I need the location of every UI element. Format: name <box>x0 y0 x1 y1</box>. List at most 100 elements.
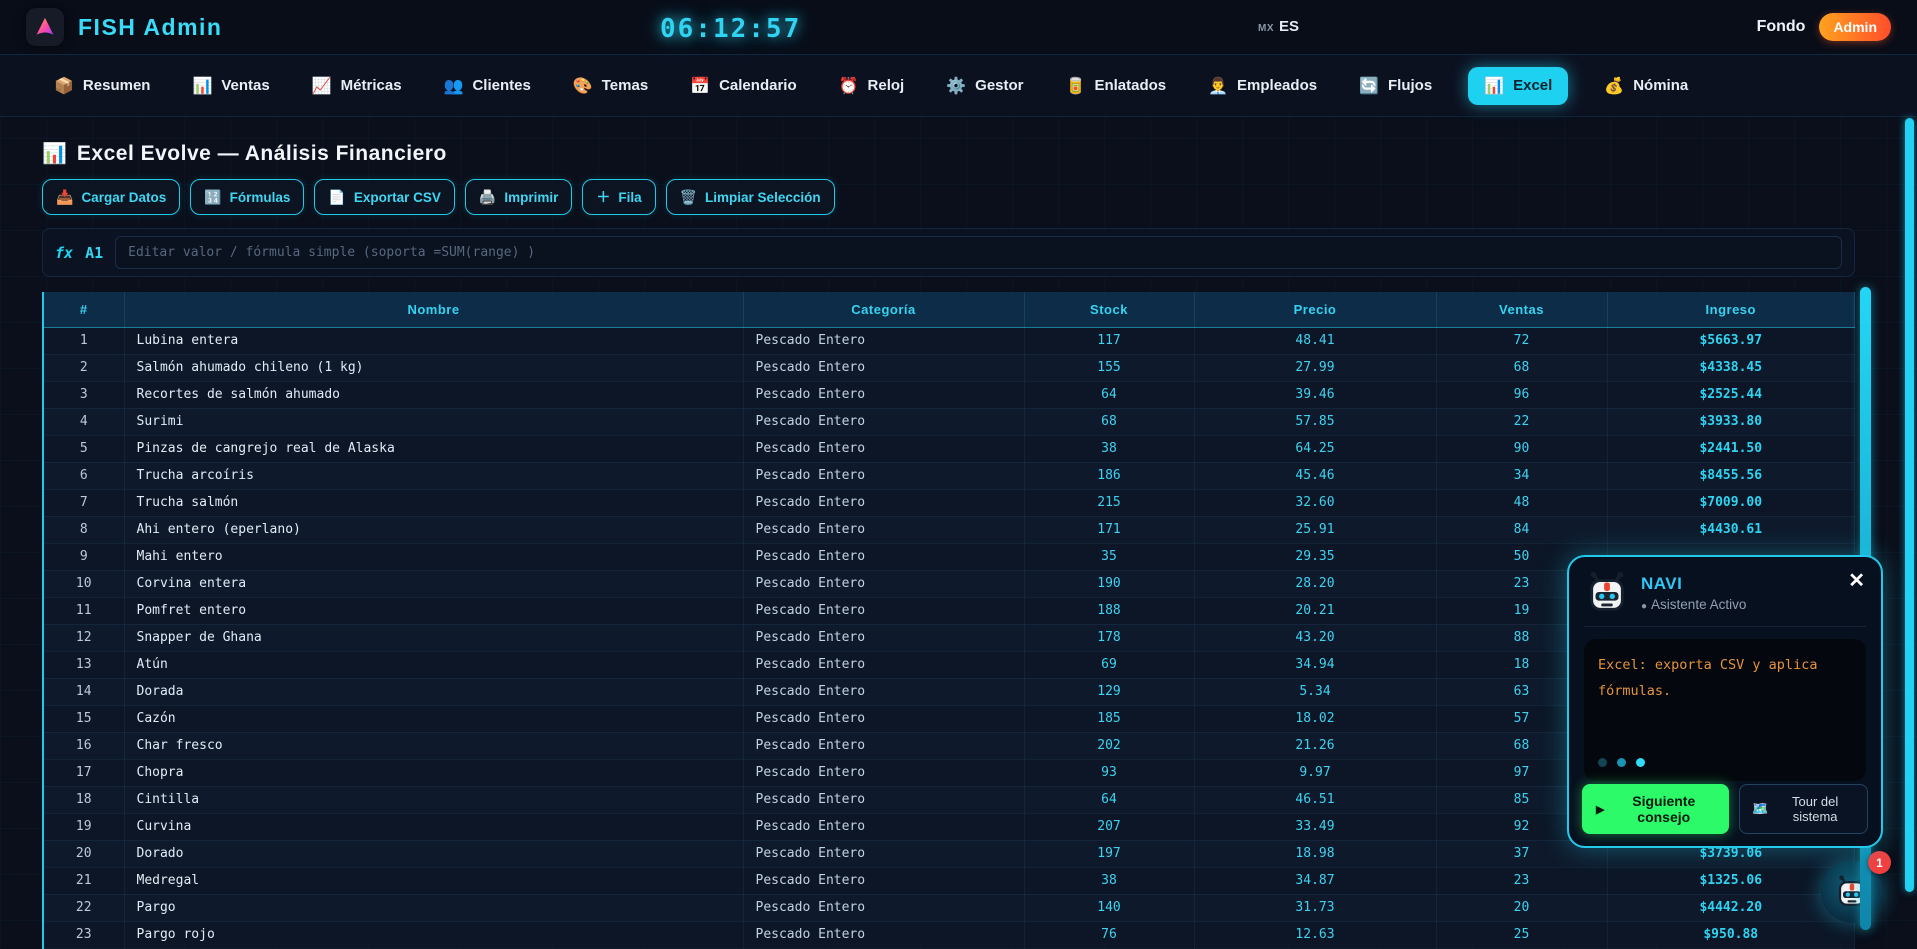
cell[interactable]: Pinzas de cangrejo real de Alaska <box>124 435 743 462</box>
table-row[interactable]: 5Pinzas de cangrejo real de AlaskaPescad… <box>44 435 1855 462</box>
cell[interactable]: 9 <box>44 543 124 570</box>
cell[interactable]: 1 <box>44 327 124 354</box>
cell[interactable]: Pescado Entero <box>743 543 1024 570</box>
cell[interactable]: 22 <box>1436 408 1607 435</box>
tab-metricas[interactable]: 📈Métricas <box>306 67 408 105</box>
cell[interactable]: $1325.06 <box>1607 867 1855 894</box>
cell[interactable]: 64 <box>1024 381 1194 408</box>
cell[interactable]: Pescado Entero <box>743 651 1024 678</box>
cell[interactable]: 16 <box>44 732 124 759</box>
cell[interactable]: 34.94 <box>1194 651 1436 678</box>
cell[interactable]: 68 <box>1436 354 1607 381</box>
tab-excel[interactable]: 📊Excel <box>1468 67 1568 105</box>
cell[interactable]: Char fresco <box>124 732 743 759</box>
cell[interactable]: Pescado Entero <box>743 597 1024 624</box>
cell[interactable]: 35 <box>1024 543 1194 570</box>
cell[interactable]: Pescado Entero <box>743 489 1024 516</box>
cell[interactable]: 46.51 <box>1194 786 1436 813</box>
cell[interactable]: Atún <box>124 651 743 678</box>
cell[interactable]: 20 <box>1436 894 1607 921</box>
background-toggle-button[interactable]: Fondo <box>1757 18 1806 36</box>
cell[interactable]: 197 <box>1024 840 1194 867</box>
cell[interactable]: Pescado Entero <box>743 705 1024 732</box>
active-cell-reference[interactable]: A1 <box>85 244 103 262</box>
cell[interactable]: Ahi entero (eperlano) <box>124 516 743 543</box>
cell[interactable]: Pescado Entero <box>743 840 1024 867</box>
cell[interactable]: 64.25 <box>1194 435 1436 462</box>
cell[interactable]: 6 <box>44 462 124 489</box>
cell[interactable]: 186 <box>1024 462 1194 489</box>
table-row[interactable]: 8Ahi entero (eperlano)Pescado Entero1712… <box>44 516 1855 543</box>
cell[interactable]: 29.35 <box>1194 543 1436 570</box>
cell[interactable]: Corvina entera <box>124 570 743 597</box>
clear-selection-button[interactable]: 🗑️Limpiar Selección <box>666 179 835 215</box>
cell[interactable]: $2441.50 <box>1607 435 1855 462</box>
cell[interactable]: Pescado Entero <box>743 381 1024 408</box>
cell[interactable]: 15 <box>44 705 124 732</box>
table-row[interactable]: 23Pargo rojoPescado Entero7612.6325$950.… <box>44 921 1855 948</box>
cell[interactable]: 155 <box>1024 354 1194 381</box>
cell[interactable]: 34.87 <box>1194 867 1436 894</box>
cell[interactable]: 202 <box>1024 732 1194 759</box>
cell[interactable]: 190 <box>1024 570 1194 597</box>
cell[interactable]: Pescado Entero <box>743 894 1024 921</box>
cell[interactable]: 84 <box>1436 516 1607 543</box>
cell[interactable]: Pescado Entero <box>743 867 1024 894</box>
table-row[interactable]: 22PargoPescado Entero14031.7320$4442.20 <box>44 894 1855 921</box>
system-tour-button[interactable]: 🗺️ Tour del sistema <box>1739 784 1868 834</box>
column-header-stock[interactable]: Stock <box>1024 292 1194 327</box>
cell[interactable]: 23 <box>44 921 124 948</box>
cell[interactable]: 4 <box>44 408 124 435</box>
cell[interactable]: Pescado Entero <box>743 813 1024 840</box>
cell[interactable]: Pescado Entero <box>743 759 1024 786</box>
cell[interactable]: Salmón ahumado chileno (1 kg) <box>124 354 743 381</box>
cell[interactable]: 38 <box>1024 435 1194 462</box>
cell[interactable]: Pescado Entero <box>743 570 1024 597</box>
export-csv-button[interactable]: 📄Exportar CSV <box>314 179 454 215</box>
cell[interactable]: Pescado Entero <box>743 327 1024 354</box>
cell[interactable]: 22 <box>44 894 124 921</box>
column-header-categoria[interactable]: Categoría <box>743 292 1024 327</box>
cell[interactable]: 2 <box>44 354 124 381</box>
cell[interactable]: 96 <box>1436 381 1607 408</box>
cell[interactable]: 7 <box>44 489 124 516</box>
cell[interactable]: 28.20 <box>1194 570 1436 597</box>
cell[interactable]: 72 <box>1436 327 1607 354</box>
cell[interactable]: Pescado Entero <box>743 732 1024 759</box>
cell[interactable]: $5663.97 <box>1607 327 1855 354</box>
cell[interactable]: Curvina <box>124 813 743 840</box>
cell[interactable]: Recortes de salmón ahumado <box>124 381 743 408</box>
cell[interactable]: Dorada <box>124 678 743 705</box>
cell[interactable]: Pescado Entero <box>743 354 1024 381</box>
cell[interactable]: Pescado Entero <box>743 921 1024 948</box>
cell[interactable]: 69 <box>1024 651 1194 678</box>
cell[interactable]: Cintilla <box>124 786 743 813</box>
cell[interactable]: 10 <box>44 570 124 597</box>
cell[interactable]: 68 <box>1024 408 1194 435</box>
tab-enlatados[interactable]: 🥫Enlatados <box>1060 67 1173 105</box>
cell[interactable]: Pescado Entero <box>743 516 1024 543</box>
next-tip-button[interactable]: ▶ Siguiente consejo <box>1582 784 1729 834</box>
cell[interactable]: Pescado Entero <box>743 462 1024 489</box>
cell[interactable]: 18.02 <box>1194 705 1436 732</box>
tab-temas[interactable]: 🎨Temas <box>567 67 654 105</box>
tab-calendario[interactable]: 📅Calendario <box>684 67 802 105</box>
cell[interactable]: Medregal <box>124 867 743 894</box>
cell[interactable]: Pescado Entero <box>743 435 1024 462</box>
locale-switcher[interactable]: MX ES <box>1258 18 1299 35</box>
cell[interactable]: 185 <box>1024 705 1194 732</box>
cell[interactable]: 48 <box>1436 489 1607 516</box>
table-row[interactable]: 4SurimiPescado Entero6857.8522$3933.80 <box>44 408 1855 435</box>
cell[interactable]: 3 <box>44 381 124 408</box>
formulas-button[interactable]: 🔢Fórmulas <box>190 179 304 215</box>
table-row[interactable]: 7Trucha salmónPescado Entero21532.6048$7… <box>44 489 1855 516</box>
cell[interactable]: Pomfret entero <box>124 597 743 624</box>
cell[interactable]: 93 <box>1024 759 1194 786</box>
cell[interactable]: Cazón <box>124 705 743 732</box>
cell[interactable]: Trucha arcoíris <box>124 462 743 489</box>
cell[interactable]: Pescado Entero <box>743 624 1024 651</box>
cell[interactable]: 33.49 <box>1194 813 1436 840</box>
cell[interactable]: 39.46 <box>1194 381 1436 408</box>
cell[interactable]: 64 <box>1024 786 1194 813</box>
cell[interactable]: 117 <box>1024 327 1194 354</box>
